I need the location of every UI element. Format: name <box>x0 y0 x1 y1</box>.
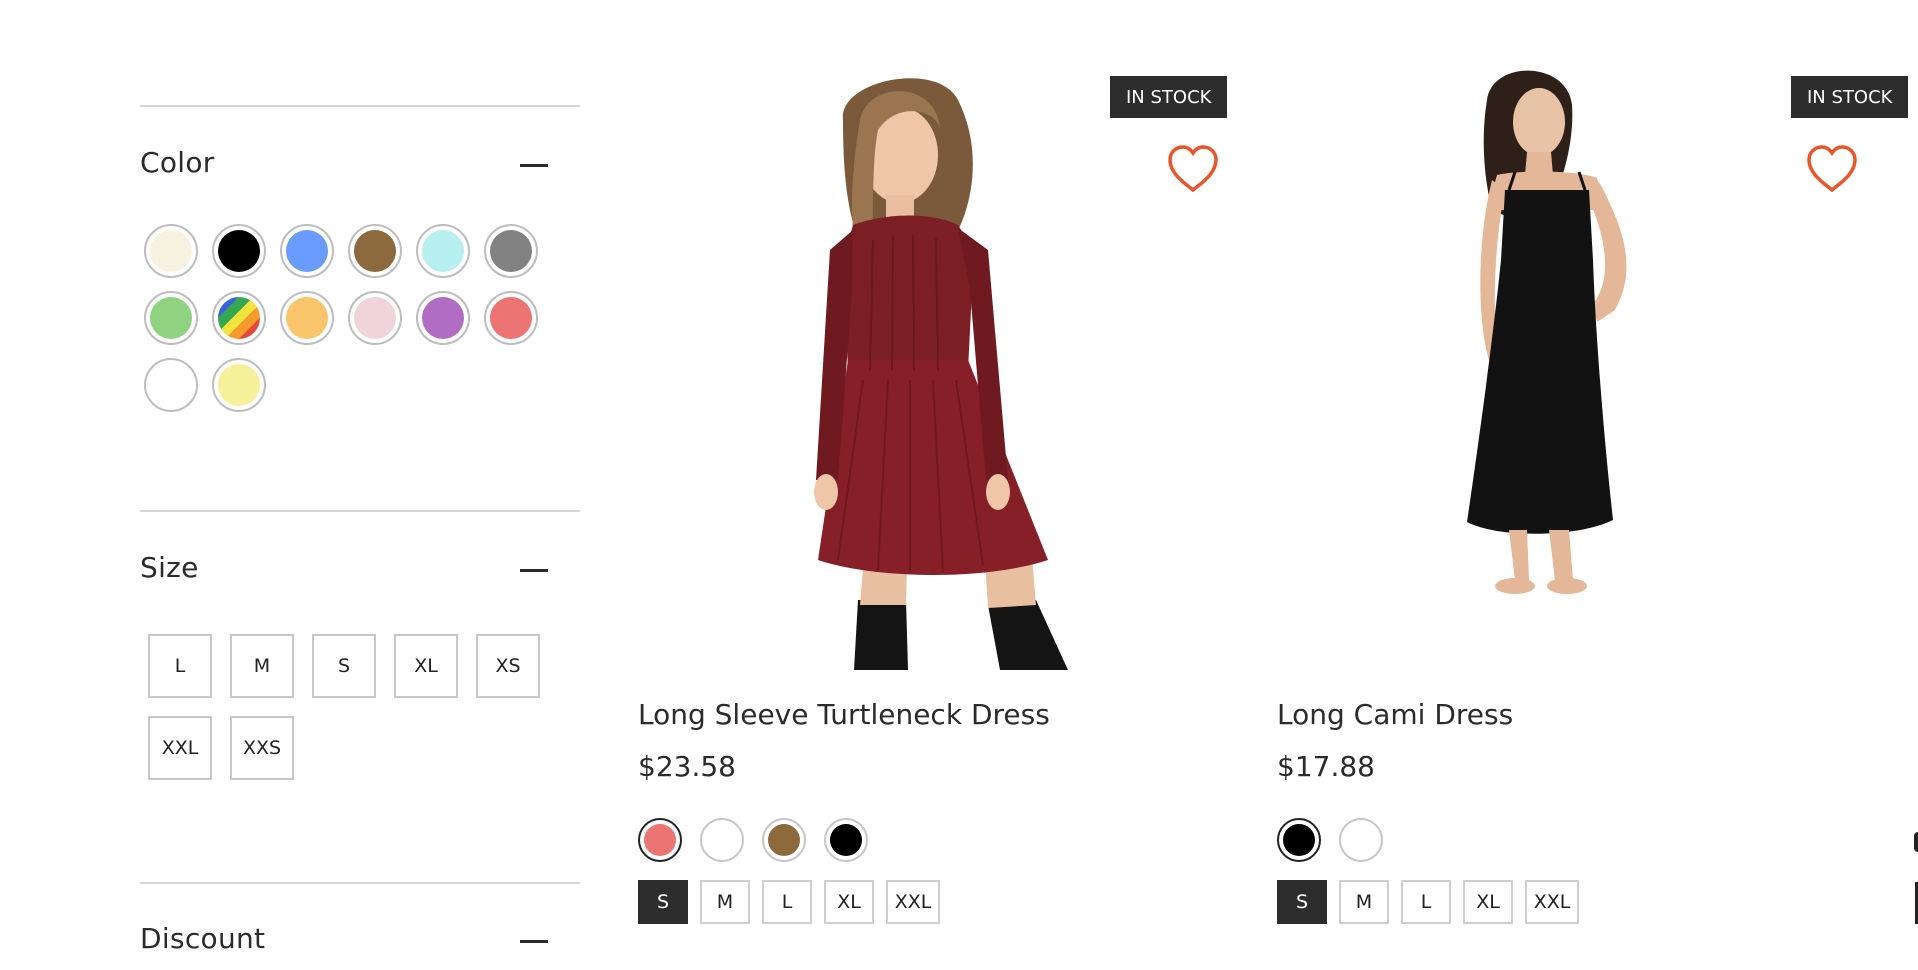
collapse-color-icon[interactable] <box>520 164 548 167</box>
color-swatch-black[interactable] <box>212 224 266 278</box>
product-name[interactable]: Long Cami Dress <box>1277 698 1513 731</box>
product-color-swatch[interactable] <box>824 818 868 862</box>
product-image[interactable] <box>638 60 1238 670</box>
size-option-m[interactable]: M <box>230 634 294 698</box>
discount-filter-title: Discount <box>140 922 266 955</box>
product-size-option[interactable]: M <box>1339 880 1389 924</box>
size-option-xl[interactable]: XL <box>394 634 458 698</box>
collapse-discount-icon[interactable] <box>520 940 548 943</box>
color-swatch-purple[interactable] <box>416 291 470 345</box>
color-swatch-gray[interactable] <box>484 224 538 278</box>
divider <box>140 105 580 107</box>
product-price: $17.88 <box>1277 750 1375 783</box>
product-size-option[interactable]: S <box>1277 880 1327 924</box>
size-option-xs[interactable]: XS <box>476 634 540 698</box>
size-option-xxl[interactable]: XXL <box>148 716 212 780</box>
collapse-size-icon[interactable] <box>520 569 548 572</box>
stock-badge: IN STOCK <box>1110 76 1228 118</box>
product-image[interactable] <box>1277 60 1877 670</box>
next-card-color-swatch-edge <box>1914 832 1918 852</box>
product-size-option[interactable]: M <box>700 880 750 924</box>
product-size-option[interactable]: L <box>1401 880 1451 924</box>
product-color-swatch[interactable] <box>638 818 682 862</box>
product-name[interactable]: Long Sleeve Turtleneck Dress <box>638 698 1050 731</box>
product-color-swatch[interactable] <box>1277 818 1321 862</box>
color-swatch-light-cyan[interactable] <box>416 224 470 278</box>
product-size-option[interactable]: XL <box>824 880 874 924</box>
color-swatch-brown[interactable] <box>348 224 402 278</box>
color-swatch-multicolor[interactable] <box>212 291 266 345</box>
divider <box>140 510 580 512</box>
color-swatch-orange[interactable] <box>280 291 334 345</box>
product-color-swatch[interactable] <box>700 818 744 862</box>
product-price: $23.58 <box>638 750 736 783</box>
product-size-option[interactable]: XXL <box>1525 880 1579 924</box>
heart-icon[interactable] <box>1805 144 1859 194</box>
color-swatch-pink[interactable] <box>348 291 402 345</box>
color-swatch-yellow[interactable] <box>212 358 266 412</box>
product-card[interactable]: IN STOCK Long Cami Dress $17.88 S M L XL… <box>1277 0 1909 970</box>
heart-icon[interactable] <box>1166 144 1220 194</box>
color-filter-title: Color <box>140 146 215 179</box>
product-card[interactable]: IN STOCK Long Sleeve Turtleneck Dress $2… <box>638 0 1238 970</box>
color-swatch-blue[interactable] <box>280 224 334 278</box>
product-size-option[interactable]: XXL <box>886 880 940 924</box>
color-swatch-white[interactable] <box>144 358 198 412</box>
size-option-s[interactable]: S <box>312 634 376 698</box>
product-color-swatch[interactable] <box>1339 818 1383 862</box>
size-option-l[interactable]: L <box>148 634 212 698</box>
color-swatch-cream[interactable] <box>144 224 198 278</box>
color-swatch-green[interactable] <box>144 291 198 345</box>
size-filter-title: Size <box>140 551 199 584</box>
product-size-option[interactable]: L <box>762 880 812 924</box>
product-color-swatch[interactable] <box>762 818 806 862</box>
stock-badge: IN STOCK <box>1791 76 1909 118</box>
color-swatch-red[interactable] <box>484 291 538 345</box>
divider <box>140 882 580 884</box>
size-option-xxs[interactable]: XXS <box>230 716 294 780</box>
product-size-option[interactable]: S <box>638 880 688 924</box>
product-size-option[interactable]: XL <box>1463 880 1513 924</box>
